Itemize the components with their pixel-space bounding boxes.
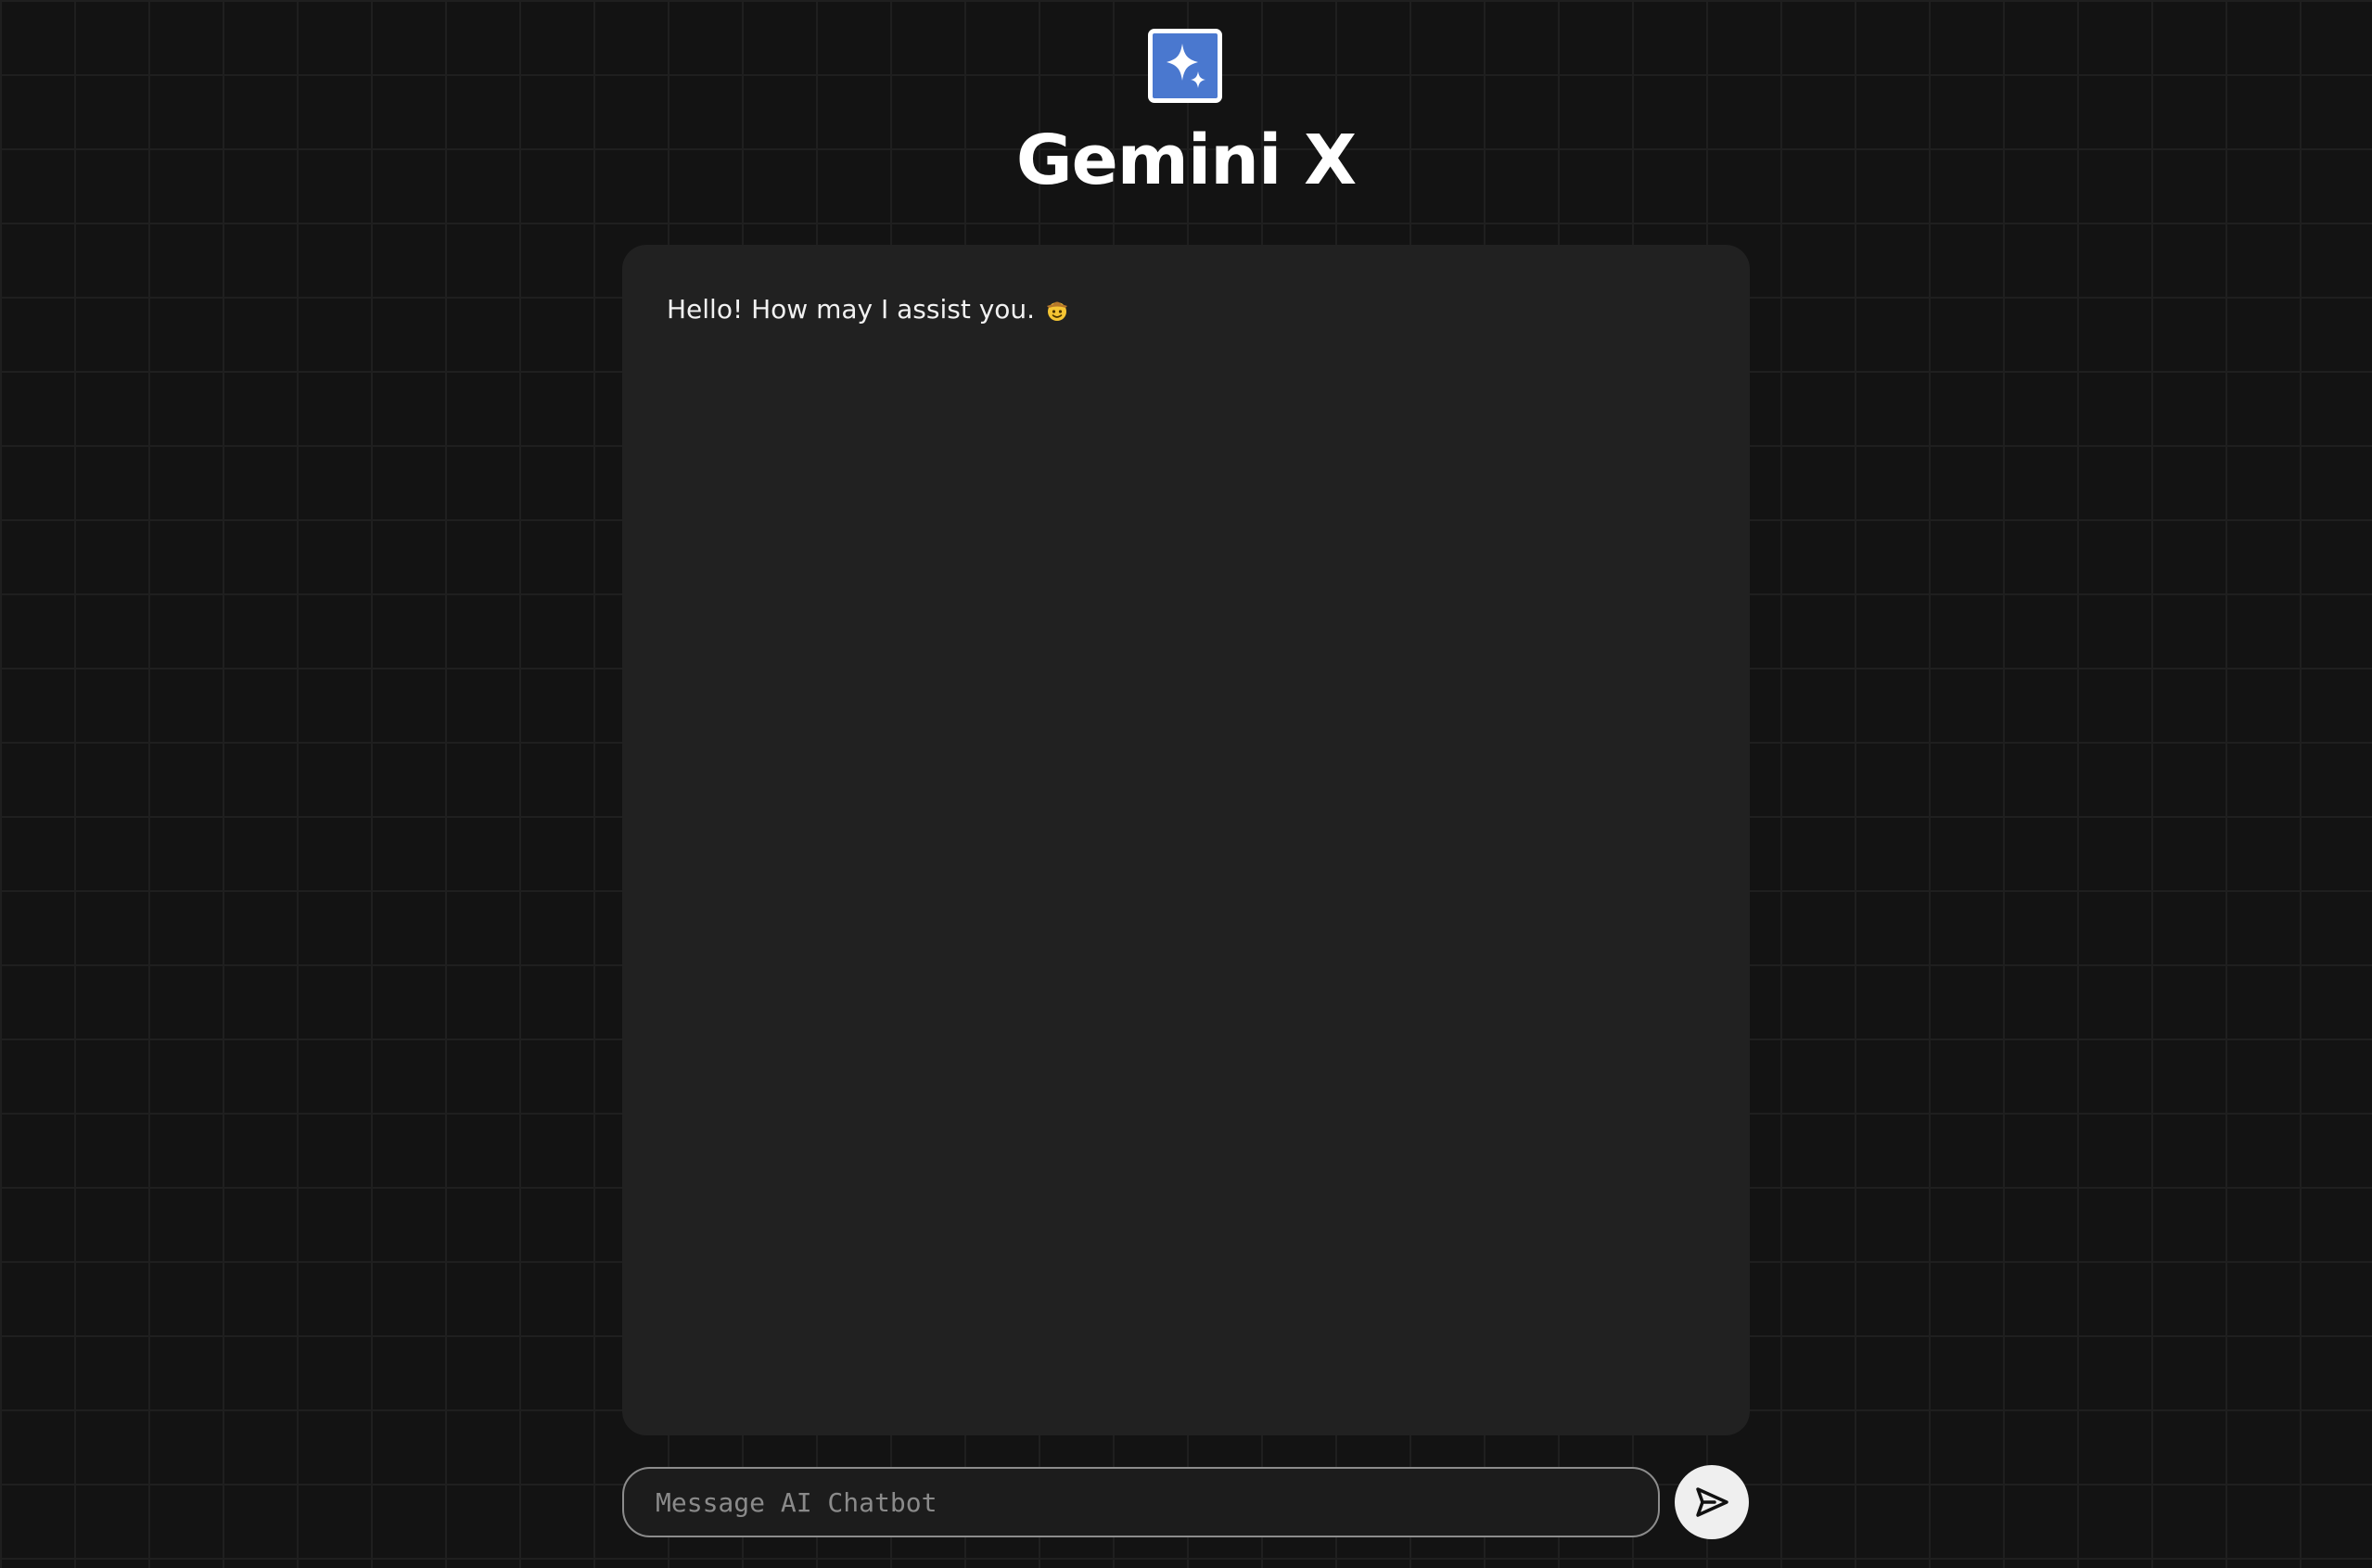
- send-arrow-icon: [1692, 1483, 1731, 1522]
- app-logo: [1148, 29, 1222, 103]
- cowboy-face-icon: [1044, 297, 1070, 323]
- sparkle-icon: [1154, 35, 1216, 96]
- page-title: Gemini X: [1015, 121, 1357, 200]
- send-button[interactable]: [1675, 1465, 1749, 1539]
- message-input-container: [622, 1467, 1660, 1537]
- message-input[interactable]: [624, 1469, 1658, 1536]
- bot-message: Hello! How may I assist you.: [667, 291, 1705, 328]
- chat-panel: Hello! How may I assist you.: [622, 245, 1750, 1435]
- bot-message-text: Hello! How may I assist you.: [667, 294, 1036, 325]
